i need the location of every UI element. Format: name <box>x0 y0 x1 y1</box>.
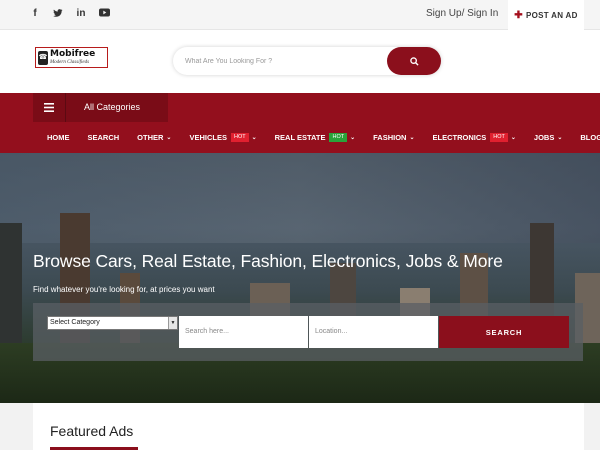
menu-icon <box>33 93 66 122</box>
all-categories-button[interactable]: All Categories <box>33 93 168 122</box>
nav-item-search[interactable]: SEARCH <box>88 133 120 142</box>
nav-item-jobs[interactable]: JOBS ⌄ <box>534 133 562 142</box>
site-logo[interactable]: ☎ Mobifree Modern Classifieds <box>35 47 108 68</box>
nav-item-label: BLOG <box>580 133 600 142</box>
nav-item-label: HOME <box>47 133 70 142</box>
category-select[interactable]: Select Category ▼ <box>47 316 178 330</box>
chevron-down-icon: ⌄ <box>510 135 516 141</box>
nav-item-fashion[interactable]: FASHION ⌄ <box>373 133 414 142</box>
hot-badge: HOT <box>230 133 249 142</box>
header-search <box>173 47 441 75</box>
hero-banner: Browse Cars, Real Estate, Fashion, Elect… <box>0 153 600 403</box>
logo-title: Mobifree <box>50 49 96 59</box>
hot-badge: HOT <box>329 133 348 142</box>
main-nav: All Categories HOME SEARCH OTHER ⌄ VEHICLES H… <box>0 93 600 153</box>
chevron-down-icon: ⌄ <box>350 135 356 141</box>
featured-title: Featured Ads <box>50 423 134 439</box>
hero-headline: Browse Cars, Real Estate, Fashion, Elect… <box>33 251 503 271</box>
post-ad-label: POST AN AD <box>525 10 578 20</box>
header-search-input[interactable] <box>185 54 375 68</box>
top-bar: f in Sign Up/ Sign In ✚ POST AN AD <box>0 0 600 30</box>
signin-link[interactable]: Sign Up/ Sign In <box>426 8 498 19</box>
facebook-icon[interactable]: f <box>30 8 40 20</box>
nav-item-label: VEHICLES <box>189 133 227 142</box>
nav-item-other[interactable]: OTHER ⌄ <box>137 133 171 142</box>
hero-building <box>0 223 22 343</box>
location-input[interactable]: Location... <box>309 316 438 348</box>
social-links: f in <box>30 8 110 20</box>
hero-search-input[interactable]: Search here... <box>179 316 308 348</box>
chevron-down-icon: ⌄ <box>557 135 563 141</box>
linkedin-icon[interactable]: in <box>76 8 86 20</box>
category-select-value: Select Category <box>50 319 100 326</box>
all-categories-label: All Categories <box>84 102 141 112</box>
nav-item-home[interactable]: HOME <box>47 133 70 142</box>
logo-mark-icon: ☎ <box>38 50 48 65</box>
nav-item-vehicles[interactable]: VEHICLES HOT ⌄ <box>189 133 257 142</box>
search-icon <box>409 56 419 66</box>
nav-item-blog[interactable]: BLOG <box>580 133 600 142</box>
site-header: ☎ Mobifree Modern Classifieds <box>0 30 600 93</box>
hero-search-button[interactable]: SEARCH <box>439 316 569 348</box>
hero-search-form: Select Category ▼ Search here... Locatio… <box>33 303 583 361</box>
hero-subheadline: Find whatever you're looking for, at pri… <box>33 285 215 294</box>
nav-item-label: OTHER <box>137 133 164 142</box>
select-arrow-icon: ▼ <box>168 317 177 329</box>
nav-item-label: JOBS <box>533 133 555 142</box>
nav-item-label: FASHION <box>373 133 407 142</box>
chevron-down-icon: ⌄ <box>251 135 257 141</box>
nav-item-electronics[interactable]: ELECTRONICS HOT ⌄ <box>433 133 516 142</box>
nav-item-real-estate[interactable]: REAL ESTATE HOT ⌄ <box>274 133 356 142</box>
hot-badge: HOT <box>490 133 508 142</box>
plus-icon: ✚ <box>514 9 523 21</box>
post-ad-button[interactable]: ✚ POST AN AD <box>508 0 584 30</box>
chevron-down-icon: ⌄ <box>409 135 415 141</box>
nav-item-label: ELECTRONICS <box>432 133 487 142</box>
nav-item-label: REAL ESTATE <box>274 133 326 142</box>
youtube-icon[interactable] <box>99 8 110 20</box>
featured-section: Featured Ads <box>33 403 584 450</box>
hero-sky <box>0 153 600 243</box>
twitter-icon[interactable] <box>53 8 63 20</box>
chevron-down-icon: ⌄ <box>166 135 172 141</box>
nav-menu: HOME SEARCH OTHER ⌄ VEHICLES HOT ⌄ REAL ESTATE H… <box>47 133 600 142</box>
header-search-button[interactable] <box>387 47 441 75</box>
logo-tagline: Modern Classifieds <box>50 60 90 65</box>
nav-item-label: SEARCH <box>87 133 120 142</box>
